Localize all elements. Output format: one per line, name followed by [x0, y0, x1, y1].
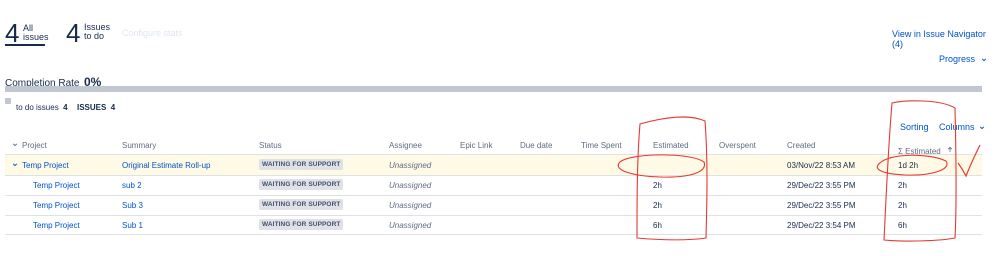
row-created: 03/Nov/22 8:53 AM — [787, 161, 856, 170]
status-badge: WAITING FOR SUPPORT — [259, 159, 344, 170]
todo-legend-label: to do issues — [16, 103, 59, 112]
row-estimated: 2h — [653, 181, 662, 190]
chevron-down-icon — [981, 58, 986, 61]
row-sum-estimated: 2h — [898, 201, 907, 210]
issues-legend-label: ISSUES — [77, 103, 107, 112]
progress-dropdown-label: Progress — [939, 54, 976, 64]
column-header-summary[interactable]: Summary — [122, 141, 156, 150]
column-header-assignee[interactable]: Assignee — [389, 141, 422, 150]
status-badge: WAITING FOR SUPPORT — [259, 179, 344, 190]
columns-dropdown[interactable]: Columns — [939, 122, 985, 132]
column-header-status[interactable]: Status — [259, 141, 282, 150]
progress-dropdown[interactable]: Progress — [939, 54, 987, 64]
row-divider — [5, 175, 982, 176]
sort-ascending-icon — [948, 147, 953, 153]
status-badge: WAITING FOR SUPPORT — [259, 199, 344, 210]
row-summary[interactable]: sub 2 — [122, 181, 142, 190]
row-estimated: 2h — [653, 201, 662, 210]
column-header-overspent[interactable]: Overspent — [719, 141, 756, 150]
row-divider — [5, 215, 982, 216]
row-assignee: Unassigned — [389, 201, 432, 210]
row-summary[interactable]: Sub 1 — [122, 221, 143, 230]
row-estimated: 6h — [653, 221, 662, 230]
column-header-epic-link[interactable]: Epic Link — [460, 141, 492, 150]
collapse-all-chevron-icon[interactable] — [12, 142, 18, 148]
all-issues-count[interactable]: 4 — [5, 20, 19, 46]
issues-legend: ISSUES 4 — [77, 97, 115, 115]
status-badge: WAITING FOR SUPPORT — [259, 219, 344, 230]
selected-tab-indicator — [5, 44, 45, 46]
completion-progress-bar — [5, 86, 982, 92]
sorting-button[interactable]: Sorting — [900, 122, 929, 132]
view-in-issue-navigator-link[interactable]: View in Issue Navigator (4) — [892, 29, 997, 49]
column-header-created[interactable]: Created — [787, 141, 815, 150]
row-sum-estimated: 2h — [898, 181, 907, 190]
column-header-project[interactable]: Project — [22, 141, 47, 150]
row-divider — [5, 195, 982, 196]
row-summary[interactable]: Original Estimate Roll-up — [122, 161, 210, 170]
issues-legend-count: 4 — [110, 103, 116, 112]
row-project[interactable]: Temp Project — [33, 181, 80, 190]
row-project[interactable]: Temp Project — [33, 201, 80, 210]
row-created: 29/Dec/22 3:55 PM — [787, 201, 856, 210]
issues-to-do-label-line2[interactable]: to do — [84, 31, 104, 41]
columns-dropdown-label: Columns — [939, 122, 975, 132]
column-header-estimated[interactable]: Estimated — [653, 141, 689, 150]
row-assignee: Unassigned — [389, 221, 432, 230]
row-sum-estimated: 6h — [898, 221, 907, 230]
todo-legend-swatch — [5, 98, 11, 104]
row-created: 29/Dec/22 3:55 PM — [787, 181, 856, 190]
row-created: 29/Dec/22 3:54 PM — [787, 221, 856, 230]
row-project[interactable]: Temp Project — [22, 161, 69, 170]
collapse-row-chevron-icon[interactable] — [12, 162, 18, 168]
row-project[interactable]: Temp Project — [33, 221, 80, 230]
red-annotation-overlay — [617, 100, 981, 242]
todo-legend: to do issues 4 — [16, 97, 68, 115]
row-assignee: Unassigned — [389, 181, 432, 190]
row-summary[interactable]: Sub 3 — [122, 201, 143, 210]
chevron-down-icon — [979, 126, 985, 129]
configure-stats-link[interactable]: Configure stats — [122, 28, 183, 38]
column-header-due-date[interactable]: Due date — [520, 141, 552, 150]
todo-legend-count: 4 — [63, 103, 68, 112]
column-header-time-spent[interactable]: Time Spent — [581, 141, 622, 150]
all-issues-label-line2[interactable]: issues — [23, 32, 49, 42]
row-divider — [5, 234, 982, 235]
row-sum-estimated: 1d 2h — [898, 161, 919, 170]
issues-to-do-count[interactable]: 4 — [66, 20, 80, 46]
row-assignee: Unassigned — [389, 161, 432, 170]
estimated-column-annotation-box — [636, 116, 708, 241]
